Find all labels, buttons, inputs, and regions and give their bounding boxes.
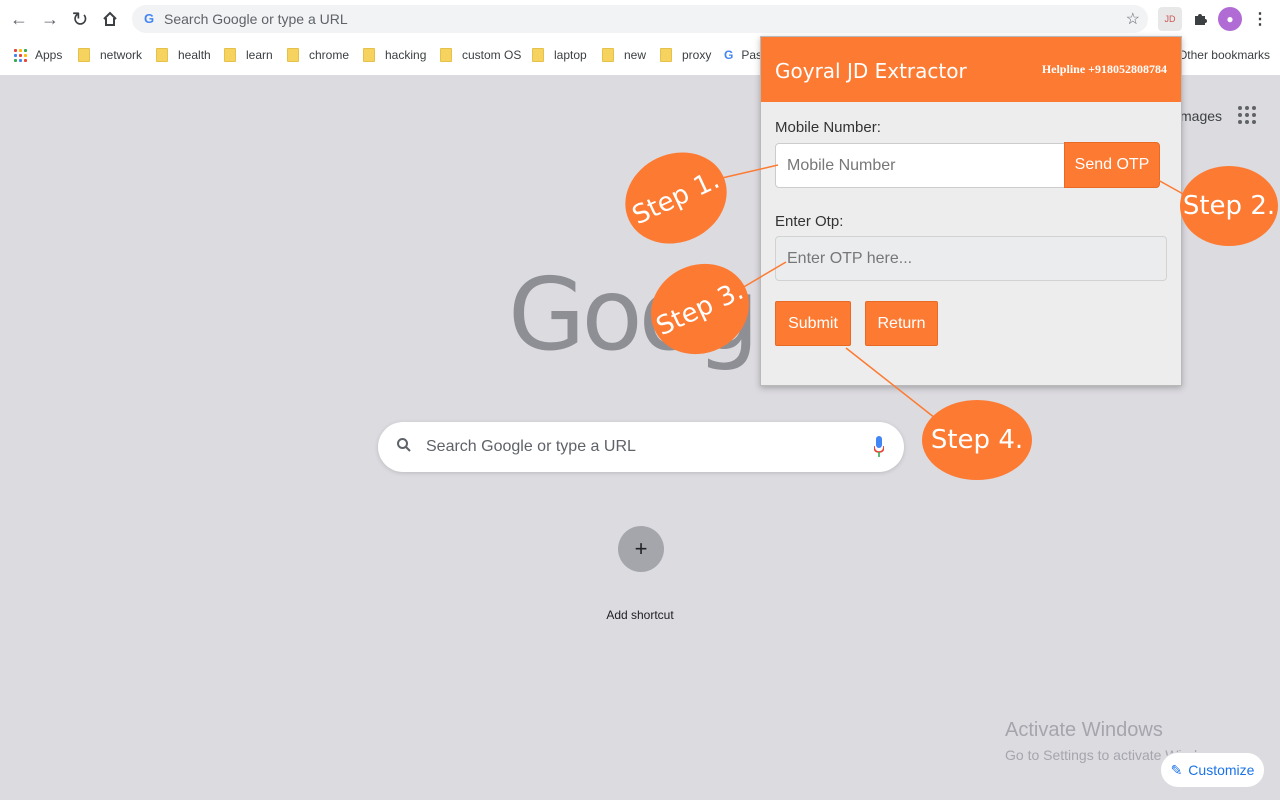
bookmark-label: hacking bbox=[385, 48, 427, 62]
profile-avatar-icon[interactable]: ● bbox=[1218, 7, 1242, 31]
extension-jd-icon[interactable]: JD bbox=[1158, 7, 1182, 31]
step1-bubble: Step 1. bbox=[610, 136, 742, 260]
activate-windows-title: Activate Windows bbox=[1005, 719, 1163, 741]
kebab-menu-icon[interactable]: ⋮ bbox=[1248, 7, 1272, 31]
add-shortcut-label: Add shortcut bbox=[606, 608, 674, 622]
step2-label: Step 2. bbox=[1182, 191, 1276, 221]
folder-icon bbox=[602, 48, 614, 62]
bookmark-folder[interactable]: network bbox=[78, 48, 142, 62]
helpline-text: Helpline +918052808784 bbox=[1041, 62, 1167, 76]
browser-toolbar: ← → ↻ G Search Google or type a URL ☆ JD… bbox=[0, 0, 1280, 38]
mic-icon[interactable] bbox=[873, 436, 885, 458]
bookmark-label: Pas bbox=[741, 48, 763, 62]
pencil-icon: ✎ bbox=[1170, 761, 1183, 778]
forward-icon[interactable]: → bbox=[37, 6, 63, 32]
step2-bubble: Step 2. bbox=[1180, 166, 1278, 246]
bookmark-label: network bbox=[100, 48, 143, 62]
bookmark-label: new bbox=[624, 48, 647, 62]
submit-button[interactable]: Submit bbox=[775, 301, 851, 346]
folder-icon bbox=[224, 48, 236, 62]
puzzle-icon[interactable] bbox=[1188, 7, 1212, 31]
bookmark-apps[interactable]: Apps bbox=[14, 48, 62, 62]
bookmark-label: Apps bbox=[35, 48, 63, 62]
folder-icon bbox=[660, 48, 672, 62]
bookmark-folder[interactable]: proxy bbox=[660, 48, 711, 62]
folder-icon bbox=[287, 48, 299, 62]
send-otp-button[interactable]: Send OTP bbox=[1064, 142, 1160, 188]
bookmark-label: proxy bbox=[682, 48, 712, 62]
step3-label: Step 3. bbox=[651, 275, 749, 343]
bookmark-folder[interactable]: new bbox=[602, 48, 646, 62]
bookmark-folder[interactable]: hacking bbox=[363, 48, 426, 62]
search-icon bbox=[396, 437, 412, 458]
bookmark-folder[interactable]: chrome bbox=[287, 48, 349, 62]
other-bookmarks[interactable]: Other bookmarks bbox=[1178, 48, 1270, 62]
step1-label: Step 1. bbox=[627, 164, 725, 232]
mobile-number-input[interactable]: Mobile Number bbox=[775, 143, 1065, 188]
folder-icon bbox=[532, 48, 544, 62]
back-icon[interactable]: ← bbox=[6, 6, 32, 32]
omnibox[interactable]: G Search Google or type a URL ☆ bbox=[132, 5, 1148, 33]
plus-icon: + bbox=[618, 526, 664, 572]
bookmark-label: custom OS bbox=[462, 48, 522, 62]
bookmark-folder[interactable]: learn bbox=[224, 48, 273, 62]
folder-icon bbox=[78, 48, 90, 62]
step4-bubble: Step 4. bbox=[922, 400, 1032, 480]
popup-header: Goyral JD Extractor Helpline +9180528087… bbox=[761, 37, 1181, 102]
otp-label: Enter Otp: bbox=[775, 213, 844, 230]
customize-label: Customize bbox=[1188, 762, 1255, 778]
ntp-search-placeholder: Search Google or type a URL bbox=[426, 438, 636, 455]
bookmark-google[interactable]: G Pas bbox=[724, 48, 762, 62]
bookmark-folder[interactable]: custom OS bbox=[440, 48, 521, 62]
google-g-icon: G bbox=[724, 48, 734, 62]
folder-icon bbox=[440, 48, 452, 62]
omnibox-placeholder: Search Google or type a URL bbox=[164, 11, 348, 27]
star-icon[interactable]: ☆ bbox=[1126, 9, 1140, 29]
bookmark-label: health bbox=[178, 48, 211, 62]
reload-icon[interactable]: ↻ bbox=[67, 6, 93, 32]
home-icon[interactable] bbox=[97, 6, 123, 32]
extension-popup: Goyral JD Extractor Helpline +9180528087… bbox=[760, 36, 1182, 386]
google-g-icon: G bbox=[143, 11, 155, 26]
bookmark-label: learn bbox=[246, 48, 273, 62]
folder-icon bbox=[156, 48, 168, 62]
apps-grid-icon[interactable] bbox=[1238, 106, 1256, 124]
images-link[interactable]: mages bbox=[1180, 108, 1222, 124]
apps-grid-icon bbox=[14, 48, 27, 62]
folder-icon bbox=[363, 48, 375, 62]
ntp-search-box[interactable]: Search Google or type a URL bbox=[378, 422, 904, 472]
step4-label: Step 4. bbox=[930, 425, 1024, 455]
mobile-number-label: Mobile Number: bbox=[775, 119, 881, 136]
popup-title: Goyral JD Extractor bbox=[775, 59, 967, 83]
bookmark-label: laptop bbox=[554, 48, 587, 62]
bookmark-folder[interactable]: health bbox=[156, 48, 211, 62]
bookmark-folder[interactable]: laptop bbox=[532, 48, 587, 62]
bookmark-label: chrome bbox=[309, 48, 350, 62]
return-button[interactable]: Return bbox=[865, 301, 938, 346]
add-shortcut-button[interactable]: + bbox=[618, 526, 664, 582]
customize-button[interactable]: ✎ Customize bbox=[1160, 752, 1265, 788]
otp-input[interactable]: Enter OTP here... bbox=[775, 236, 1167, 281]
